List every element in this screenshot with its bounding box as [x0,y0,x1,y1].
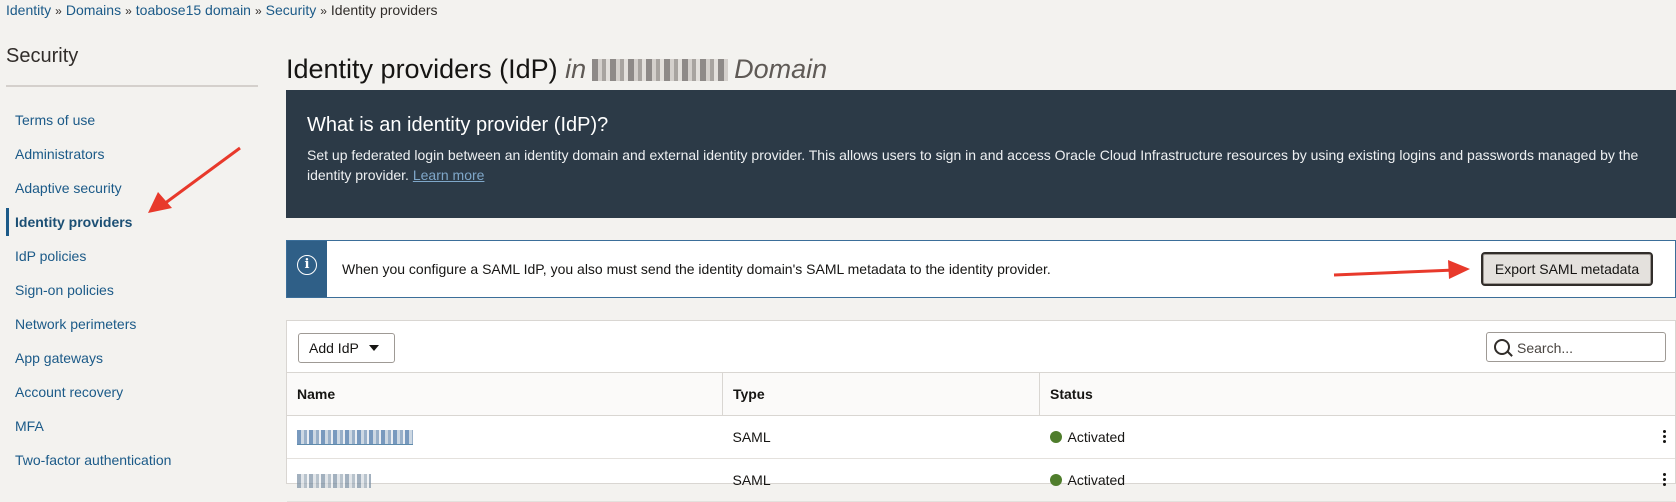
info-panel-heading: What is an identity provider (IdP)? [307,114,609,136]
sidebar-item-terms-of-use[interactable]: Terms of use [0,103,260,137]
info-icon: i [297,255,317,275]
sidebar-item-idp-policies[interactable]: IdP policies [0,239,260,273]
table-toolbar: Add IdP [287,321,1675,373]
idp-name-cell [287,415,723,459]
sidebar: Security Terms of use Administrators Ada… [0,40,260,477]
breadcrumb-separator: » [125,4,132,18]
sidebar-item-administrators[interactable]: Administrators [0,137,260,171]
breadcrumb-separator: » [55,4,62,18]
status-activated-icon [1049,474,1062,486]
page-title-in: in [565,54,587,85]
info-panel-body: Set up federated login between an identi… [307,145,1672,185]
status-text: Activated [1067,429,1126,445]
status-text: Activated [1067,472,1126,488]
idp-type-cell: SAML [722,415,1040,459]
page-title: Identity providers (IdP) in Domain [286,54,827,85]
sidebar-item-two-factor-authentication[interactable]: Two-factor authentication [0,443,260,477]
search-input[interactable] [1515,337,1664,359]
sidebar-item-adaptive-security[interactable]: Adaptive security [0,171,260,205]
sidebar-item-app-gateways[interactable]: App gateways [0,341,260,375]
breadcrumb-separator: » [254,4,262,18]
redacted-idp-name-link[interactable] [297,430,413,446]
breadcrumb: Identity» Domains» toabose15 domain» Securi… [6,2,438,18]
idp-status-cell: Activated [1039,415,1675,459]
sidebar-title: Security [6,45,79,67]
idp-info-panel: What is an identity provider (IdP)? Set … [286,90,1676,218]
sidebar-item-network-perimeters[interactable]: Network perimeters [0,307,260,341]
table-row: SAML Activated [287,415,1675,459]
sidebar-item-sign-on-policies[interactable]: Sign-on policies [0,273,260,307]
search-icon [1494,339,1510,355]
page-title-text: Identity providers (IdP) [286,54,558,85]
info-panel-text: Set up federated login between an identi… [307,147,1639,183]
learn-more-link[interactable]: Learn more [413,167,485,183]
notice-text: When you configure a SAML IdP, you also … [342,261,1051,277]
sidebar-divider [6,85,258,87]
column-header-type[interactable]: Type [722,372,1040,416]
idp-table: Name Type Status SAML Activated SAML Act… [287,372,1675,502]
breadcrumb-separator: » [320,4,327,18]
breadcrumb-domains[interactable]: Domains [66,2,121,18]
saml-notice: i When you configure a SAML IdP, you als… [286,240,1676,298]
idp-type-cell: SAML [722,458,1040,502]
idp-status-cell: Activated [1039,458,1675,502]
redacted-domain-name [592,59,729,82]
breadcrumb-identity[interactable]: Identity [6,2,51,18]
breadcrumb-security[interactable]: Security [266,2,317,18]
page-title-domain: Domain [734,54,828,85]
sidebar-item-account-recovery[interactable]: Account recovery [0,375,260,409]
redacted-idp-name-link[interactable] [297,474,371,489]
idp-name-cell [287,458,723,502]
add-idp-label: Add IdP [309,340,359,356]
breadcrumb-domain[interactable]: toabose15 domain [136,2,251,18]
notice-strip: i [287,241,327,297]
sidebar-item-identity-providers[interactable]: Identity providers [0,205,260,239]
status-activated-icon [1049,431,1062,443]
caret-down-icon [368,345,379,351]
table-header-row: Name Type Status [287,372,1675,416]
row-actions-icon[interactable] [1663,471,1667,488]
column-header-name[interactable]: Name [287,372,723,416]
sidebar-item-mfa[interactable]: MFA [0,409,260,443]
sidebar-menu: Terms of use Administrators Adaptive sec… [0,103,260,477]
search-box [1486,332,1666,362]
idp-table-card: Add IdP Name Type Status SAML Activated [286,320,1676,502]
table-row: SAML Activated [287,458,1675,502]
export-saml-metadata-button[interactable]: Export SAML metadata [1481,252,1653,286]
add-idp-button[interactable]: Add IdP [298,333,395,363]
column-header-status[interactable]: Status [1039,372,1675,416]
row-actions-icon[interactable] [1663,428,1667,445]
breadcrumb-current: Identity providers [330,2,438,18]
